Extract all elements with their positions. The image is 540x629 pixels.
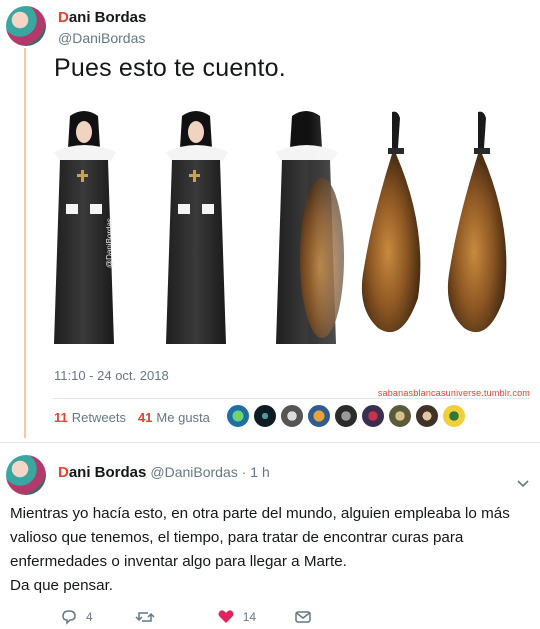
reply-text: Mientras yo hacía esto, en otra parte de… — [10, 502, 530, 598]
display-name-initial: D — [58, 9, 69, 26]
user-handle[interactable]: @DaniBordas — [58, 30, 145, 46]
likes-count[interactable]: 41 — [138, 410, 152, 425]
reply-count: 4 — [86, 610, 93, 624]
ham-leg — [361, 111, 421, 333]
liker-avatar[interactable] — [253, 404, 277, 428]
reply-icon — [62, 610, 76, 625]
divider — [52, 398, 530, 399]
avatar[interactable] — [6, 455, 46, 495]
display-name-rest: ani Bordas — [68, 9, 147, 26]
display-name-initial: D — [58, 464, 69, 481]
display-name[interactable]: Dani Bordas — [58, 464, 146, 481]
heart-icon — [218, 610, 234, 623]
liker-avatar[interactable] — [442, 404, 466, 428]
media-watermark: @DaniBordas — [105, 218, 114, 268]
source-watermark: sabanasblancasuniverse.tumblr.com — [377, 388, 530, 398]
reply-button[interactable]: 4 — [60, 608, 93, 626]
retweet-icon — [135, 612, 155, 622]
like-button[interactable]: 14 — [217, 608, 256, 626]
like-count: 14 — [242, 610, 257, 624]
chevron-down-icon[interactable] — [516, 476, 530, 490]
nun-figure — [166, 111, 228, 344]
likes-label[interactable]: Me gusta — [156, 410, 209, 425]
tweet-media[interactable]: @DaniBordas — [52, 108, 530, 354]
liker-avatar[interactable] — [361, 404, 385, 428]
thread-connector — [24, 48, 26, 438]
tweet-stats: 11 Retweets 41 Me gusta — [54, 410, 210, 425]
reply-header: Dani Bordas @DaniBordas · 1 h — [58, 464, 270, 481]
reply-actions: 4 14 — [60, 608, 312, 626]
user-handle[interactable]: @DaniBordas — [150, 464, 237, 480]
retweets-count[interactable]: 11 — [54, 410, 68, 425]
nun-ham-transition — [276, 108, 350, 348]
reply-time[interactable]: · 1 h — [242, 464, 270, 480]
retweet-button[interactable] — [135, 608, 155, 626]
display-name-rest: ani Bordas — [68, 464, 147, 481]
likers-avatars — [226, 404, 466, 428]
retweets-label[interactable]: Retweets — [72, 410, 126, 425]
liker-avatar[interactable] — [334, 404, 358, 428]
tweet-text: Pues esto te cuento. — [54, 54, 286, 82]
tweet-timestamp[interactable]: 11:10 - 24 oct. 2018 — [54, 368, 169, 383]
reply-text-line: Mientras yo hacía esto, en otra parte de… — [10, 505, 510, 522]
ham-leg — [447, 111, 507, 333]
divider — [0, 442, 540, 443]
reply-text-line: valioso que tenemos, el tiempo, para tra… — [10, 529, 464, 546]
liker-avatar[interactable] — [280, 404, 304, 428]
reply-text-line: Da que pensar. — [10, 577, 114, 594]
reply-text-line: enfermedades o inventar algo para llegar… — [10, 553, 347, 570]
liker-avatar[interactable] — [415, 404, 439, 428]
liker-avatar[interactable] — [307, 404, 331, 428]
avatar[interactable] — [6, 6, 46, 46]
display-name[interactable]: Dani Bordas — [58, 9, 146, 26]
message-icon — [295, 611, 311, 623]
liker-avatar[interactable] — [226, 404, 250, 428]
liker-avatar[interactable] — [388, 404, 412, 428]
message-button[interactable] — [294, 608, 312, 626]
